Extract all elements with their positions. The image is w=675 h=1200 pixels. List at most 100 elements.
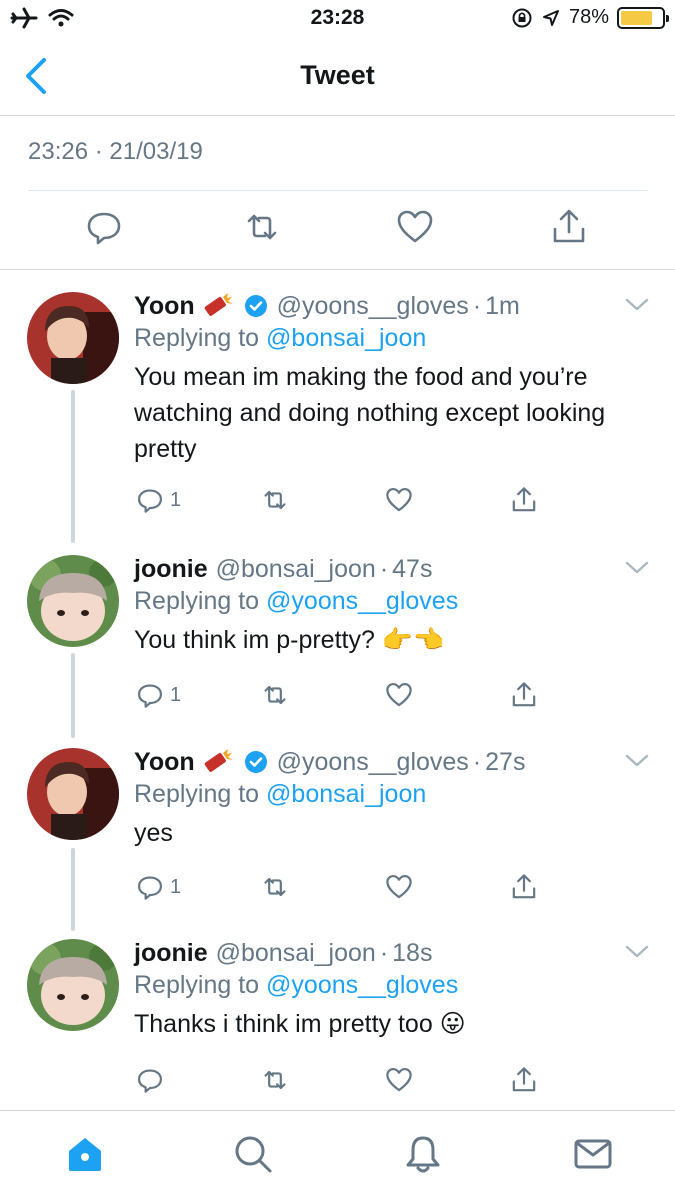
reply-icon[interactable] bbox=[82, 205, 126, 249]
reply-icon bbox=[138, 1069, 162, 1093]
user-handle[interactable]: @yoons__gloves bbox=[277, 748, 469, 777]
thread-line bbox=[71, 848, 75, 931]
share-button[interactable] bbox=[508, 483, 540, 517]
reply-count: 1 bbox=[170, 683, 182, 706]
chevron-down-icon[interactable] bbox=[625, 561, 649, 575]
retweet-button[interactable] bbox=[258, 678, 292, 712]
reply-text: You mean im making the food and you’re w… bbox=[134, 363, 606, 463]
user-handle[interactable]: @yoons__gloves bbox=[277, 292, 469, 321]
separator-dot: · bbox=[379, 938, 389, 967]
share-button[interactable] bbox=[508, 1063, 540, 1097]
chevron-down-icon[interactable] bbox=[625, 298, 649, 312]
reply-text: Thanks i think im pretty too 😛 bbox=[134, 1010, 466, 1038]
replying-to: Replying to @yoons__gloves bbox=[134, 587, 644, 616]
like-icon[interactable] bbox=[393, 205, 437, 249]
retweet-icon bbox=[264, 1070, 286, 1090]
replying-to: Replying to @bonsai_joon bbox=[134, 324, 644, 353]
share-icon bbox=[512, 682, 536, 707]
avatar[interactable] bbox=[27, 555, 119, 647]
page-title: Tweet bbox=[300, 60, 375, 90]
retweet-button[interactable] bbox=[258, 870, 292, 904]
display-name[interactable]: Yoon bbox=[134, 292, 195, 321]
reply-header: Yoon @yoons__gloves · 1m bbox=[134, 290, 644, 322]
replying-to: Replying to @yoons__gloves bbox=[134, 971, 644, 1000]
mention-link[interactable]: @bonsai_joon bbox=[266, 780, 426, 808]
reply-icon bbox=[138, 876, 162, 900]
reply-button[interactable] bbox=[134, 1063, 170, 1097]
chevron-down-icon[interactable] bbox=[625, 754, 649, 768]
rotation-lock-icon bbox=[512, 8, 532, 27]
verified-badge-icon bbox=[244, 295, 267, 317]
reply-content: joonie @bonsai_joon · 18s Replying to @y… bbox=[134, 937, 644, 1042]
share-button[interactable] bbox=[508, 870, 540, 904]
like-button[interactable] bbox=[383, 870, 415, 904]
divider bbox=[28, 190, 648, 191]
retweet-icon bbox=[264, 877, 286, 897]
like-icon bbox=[386, 683, 412, 707]
separator-dot: · bbox=[472, 747, 482, 776]
like-button[interactable] bbox=[383, 678, 415, 712]
notifications-icon[interactable] bbox=[402, 1133, 444, 1175]
reply-header: Yoon @yoons__gloves · 27s bbox=[134, 746, 644, 778]
mention-link[interactable]: @yoons__gloves bbox=[266, 971, 458, 999]
reply-header: joonie @bonsai_joon · 47s bbox=[134, 553, 644, 585]
reply-actions: 1 bbox=[134, 483, 554, 523]
tweet-timestamp: 23:26 · 21/03/19 bbox=[28, 138, 203, 165]
replying-prefix: Replying to bbox=[134, 971, 260, 999]
retweet-button[interactable] bbox=[258, 1063, 292, 1097]
status-bar: 23:28 78% bbox=[0, 0, 675, 38]
home-icon[interactable] bbox=[64, 1133, 106, 1175]
thread-line bbox=[71, 653, 75, 738]
reply-text: yes bbox=[134, 819, 173, 847]
user-handle[interactable]: @bonsai_joon bbox=[216, 555, 376, 584]
like-button[interactable] bbox=[383, 483, 415, 517]
location-icon bbox=[542, 9, 559, 26]
reply-content: Yoon @yoons__gloves · 27s Replying to @b… bbox=[134, 746, 644, 851]
retweet-icon bbox=[264, 685, 286, 705]
display-name[interactable]: Yoon bbox=[134, 748, 195, 777]
retweet-button[interactable] bbox=[258, 483, 292, 517]
section-divider bbox=[0, 269, 675, 270]
search-icon[interactable] bbox=[232, 1133, 274, 1175]
firecracker-emoji-icon bbox=[204, 749, 233, 772]
replying-prefix: Replying to bbox=[134, 587, 260, 615]
share-icon[interactable] bbox=[547, 205, 591, 249]
separator-dot: · bbox=[379, 554, 389, 583]
mention-link[interactable]: @bonsai_joon bbox=[266, 324, 426, 352]
reply-button[interactable]: 1 bbox=[134, 678, 181, 712]
share-button[interactable] bbox=[508, 678, 540, 712]
reply-count: 1 bbox=[170, 875, 182, 898]
reply-content: joonie @bonsai_joon · 47s Replying to @y… bbox=[134, 553, 644, 658]
like-button[interactable] bbox=[383, 1063, 415, 1097]
avatar[interactable] bbox=[27, 939, 119, 1031]
main-tweet-actions bbox=[0, 205, 675, 255]
display-name[interactable]: joonie bbox=[134, 555, 208, 584]
tab-bar bbox=[0, 1110, 675, 1200]
display-name[interactable]: joonie bbox=[134, 939, 208, 968]
avatar[interactable] bbox=[27, 292, 119, 384]
replying-prefix: Replying to bbox=[134, 780, 260, 808]
reply-time: 47s bbox=[392, 554, 433, 583]
user-handle[interactable]: @bonsai_joon bbox=[216, 939, 376, 968]
reply-actions: 1 bbox=[134, 678, 554, 718]
mention-link[interactable]: @yoons__gloves bbox=[266, 587, 458, 615]
reply-button[interactable]: 1 bbox=[134, 870, 181, 904]
like-icon bbox=[386, 1068, 412, 1092]
reply-icon bbox=[138, 489, 162, 513]
firecracker-emoji-icon bbox=[204, 293, 233, 316]
reply-button[interactable]: 1 bbox=[134, 483, 181, 517]
like-icon bbox=[386, 875, 412, 899]
retweet-icon[interactable] bbox=[240, 205, 284, 249]
chevron-down-icon[interactable] bbox=[625, 945, 649, 959]
reply-time: 1m bbox=[485, 291, 520, 320]
avatar[interactable] bbox=[27, 748, 119, 840]
reply-actions: 1 bbox=[134, 870, 554, 910]
replying-prefix: Replying to bbox=[134, 324, 260, 352]
verified-badge-icon bbox=[244, 751, 267, 773]
messages-icon[interactable] bbox=[572, 1133, 614, 1175]
replying-to: Replying to @bonsai_joon bbox=[134, 780, 644, 809]
reply-text: You think im p-pretty? 👉👈 bbox=[134, 626, 445, 654]
reply-time: 27s bbox=[485, 747, 526, 776]
share-icon bbox=[512, 874, 536, 899]
reply-count: 1 bbox=[170, 488, 182, 511]
